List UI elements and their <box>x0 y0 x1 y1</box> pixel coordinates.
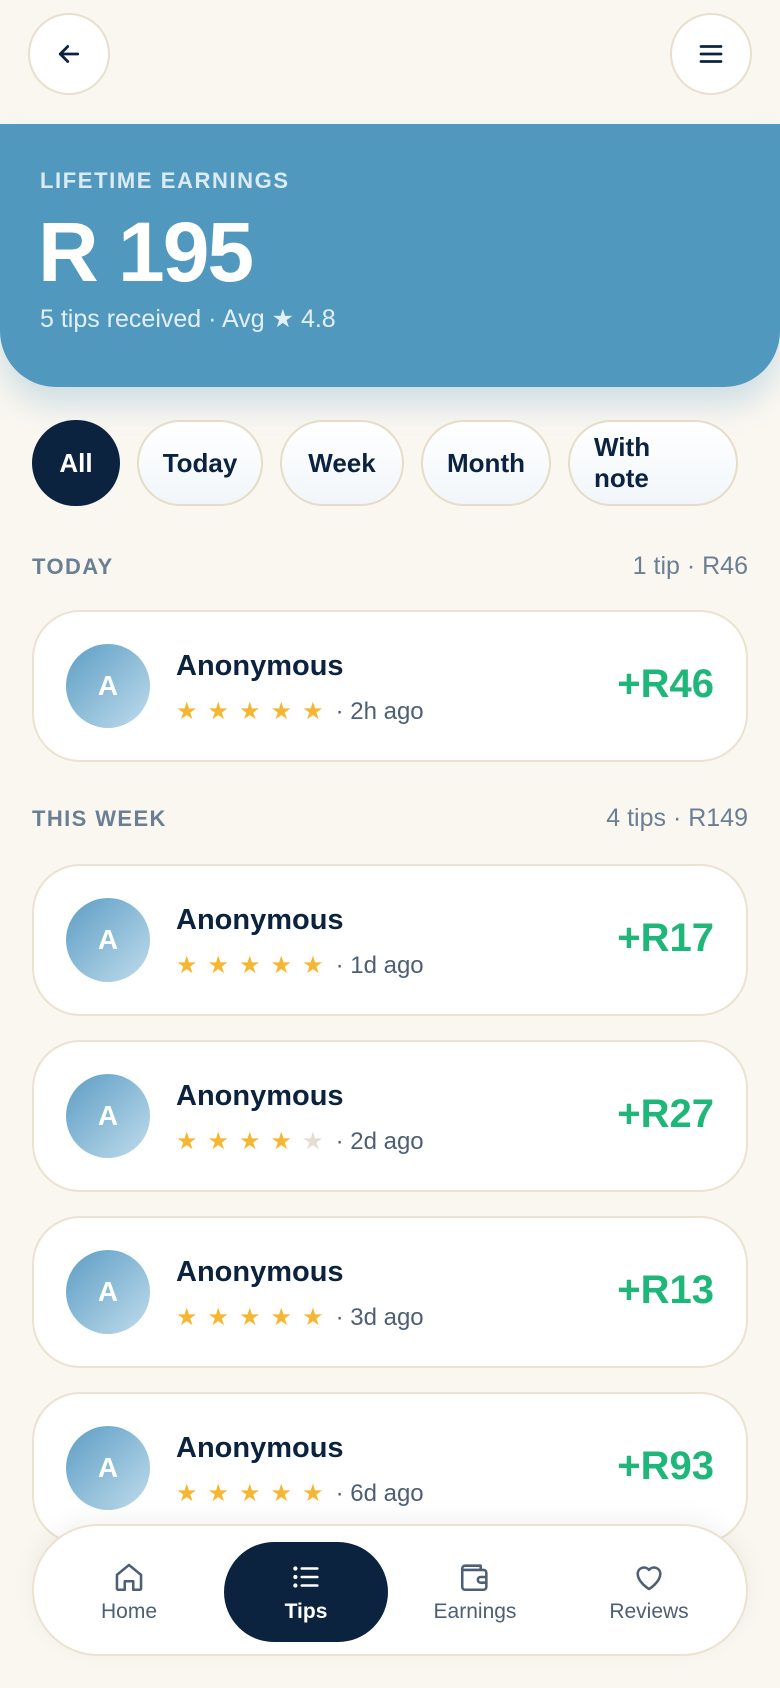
avatar: A <box>66 644 150 728</box>
star-rating: ★ ★ ★ ★ ★ · 6d ago <box>176 1480 424 1508</box>
tipper-name: Anonymous <box>176 904 344 936</box>
tip-time: · 2d ago <box>335 1128 424 1155</box>
tip-amount: +R93 <box>617 1444 714 1488</box>
star-filled-icon: ★ <box>270 952 293 979</box>
tip-amount: +R27 <box>617 1092 714 1136</box>
arrow-left-icon <box>58 45 80 63</box>
star-rating: ★ ★ ★ ★ ★ · 2h ago <box>176 698 424 726</box>
nav-label: Earnings <box>433 1600 517 1623</box>
menu-icon <box>699 45 723 63</box>
star-filled-icon: ★ <box>239 952 261 979</box>
star-filled-icon: ★ <box>176 1128 198 1155</box>
star-filled-icon: ★ <box>207 1128 230 1155</box>
star-filled-icon: ★ <box>207 1480 230 1507</box>
star-filled-icon: ★ <box>239 698 261 725</box>
wallet-icon <box>460 1564 488 1592</box>
tip-card[interactable]: A Anonymous ★ ★ ★ ★ ★ · 6d ago +R93 <box>32 1392 748 1544</box>
avatar: A <box>66 898 150 982</box>
menu-button[interactable] <box>670 13 752 95</box>
nav-item-earnings[interactable]: Earnings <box>400 1542 550 1642</box>
nav-label: Reviews <box>609 1600 689 1623</box>
section-header-week: THIS WEEK 4 tips · R149 <box>32 804 748 833</box>
star-filled-icon: ★ <box>270 698 293 725</box>
tipper-name: Anonymous <box>176 1432 344 1464</box>
star-filled-icon: ★ <box>270 1128 293 1155</box>
back-button[interactable] <box>28 13 110 95</box>
star-filled-icon: ★ <box>207 952 230 979</box>
star-filled-icon: ★ <box>302 952 324 979</box>
star-filled-icon: ★ <box>302 1480 324 1507</box>
star-filled-icon: ★ <box>207 698 230 725</box>
star-filled-icon: ★ <box>270 1304 293 1331</box>
tip-card[interactable]: A Anonymous ★ ★ ★ ★ ★ · 2h ago +R46 <box>32 610 748 762</box>
tip-amount: +R46 <box>617 662 714 706</box>
tipper-name: Anonymous <box>176 1256 344 1288</box>
tip-amount: +R17 <box>617 916 714 960</box>
star-filled-icon: ★ <box>176 1480 198 1507</box>
hero-label: LIFETIME EARNINGS <box>40 168 290 193</box>
tipper-name: Anonymous <box>176 1080 344 1112</box>
heart-icon <box>636 1566 662 1591</box>
list-icon <box>293 1566 319 1588</box>
star-filled-icon: ★ <box>239 1480 261 1507</box>
filter-chip-month[interactable]: Month <box>421 420 551 506</box>
star-filled-icon: ★ <box>176 952 198 979</box>
star-rating: ★ ★ ★ ★ ★ · 1d ago <box>176 952 424 980</box>
star-empty-icon: ★ <box>302 1128 324 1155</box>
nav-label: Home <box>100 1600 158 1623</box>
star-filled-icon: ★ <box>207 1304 230 1331</box>
avatar: A <box>66 1426 150 1510</box>
filter-chip-with-note[interactable]: With note <box>568 420 738 506</box>
section-meta: 4 tips · R149 <box>606 804 748 832</box>
lifetime-earnings-amount: R 195 <box>38 205 254 299</box>
star-filled-icon: ★ <box>239 1304 261 1331</box>
hero-summary: 5 tips received · Avg ★ 4.8 <box>40 305 336 333</box>
star-rating: ★ ★ ★ ★ ★ · 2d ago <box>176 1128 424 1156</box>
star-filled-icon: ★ <box>176 698 198 725</box>
star-filled-icon: ★ <box>302 698 324 725</box>
star-filled-icon: ★ <box>176 1304 198 1331</box>
earnings-hero: LIFETIME EARNINGS R 195 5 tips received … <box>0 124 780 387</box>
filter-chips: All Today Week Month With note <box>32 420 738 506</box>
tip-time: · 3d ago <box>335 1304 424 1331</box>
section-title: TODAY <box>32 553 114 579</box>
home-icon <box>115 1563 143 1592</box>
bottom-nav: Home Tips Earnings Reviews <box>32 1524 748 1656</box>
tip-time: · 1d ago <box>335 952 424 979</box>
nav-item-tips[interactable]: Tips <box>224 1542 388 1642</box>
tip-time: · 6d ago <box>335 1480 424 1507</box>
nav-label: Tips <box>284 1600 328 1623</box>
tipper-name: Anonymous <box>176 650 344 682</box>
tip-amount: +R13 <box>617 1268 714 1312</box>
nav-item-reviews[interactable]: Reviews <box>574 1542 724 1642</box>
avatar: A <box>66 1074 150 1158</box>
section-meta: 1 tip · R46 <box>632 552 748 580</box>
filter-chip-today[interactable]: Today <box>137 420 263 506</box>
filter-chip-all[interactable]: All <box>32 420 120 506</box>
tip-time: · 2h ago <box>335 698 424 725</box>
section-header-today: TODAY 1 tip · R46 <box>32 552 748 581</box>
avatar: A <box>66 1250 150 1334</box>
tip-card[interactable]: A Anonymous ★ ★ ★ ★ ★ · 3d ago +R13 <box>32 1216 748 1368</box>
star-filled-icon: ★ <box>270 1480 293 1507</box>
filter-chip-week[interactable]: Week <box>280 420 404 506</box>
section-title: THIS WEEK <box>32 805 167 831</box>
star-rating: ★ ★ ★ ★ ★ · 3d ago <box>176 1304 424 1332</box>
tip-card[interactable]: A Anonymous ★ ★ ★ ★ ★ · 1d ago +R17 <box>32 864 748 1016</box>
star-filled-icon: ★ <box>239 1128 261 1155</box>
nav-item-home[interactable]: Home <box>64 1542 194 1642</box>
tip-card[interactable]: A Anonymous ★ ★ ★ ★ ★ · 2d ago +R27 <box>32 1040 748 1192</box>
star-filled-icon: ★ <box>302 1304 324 1331</box>
